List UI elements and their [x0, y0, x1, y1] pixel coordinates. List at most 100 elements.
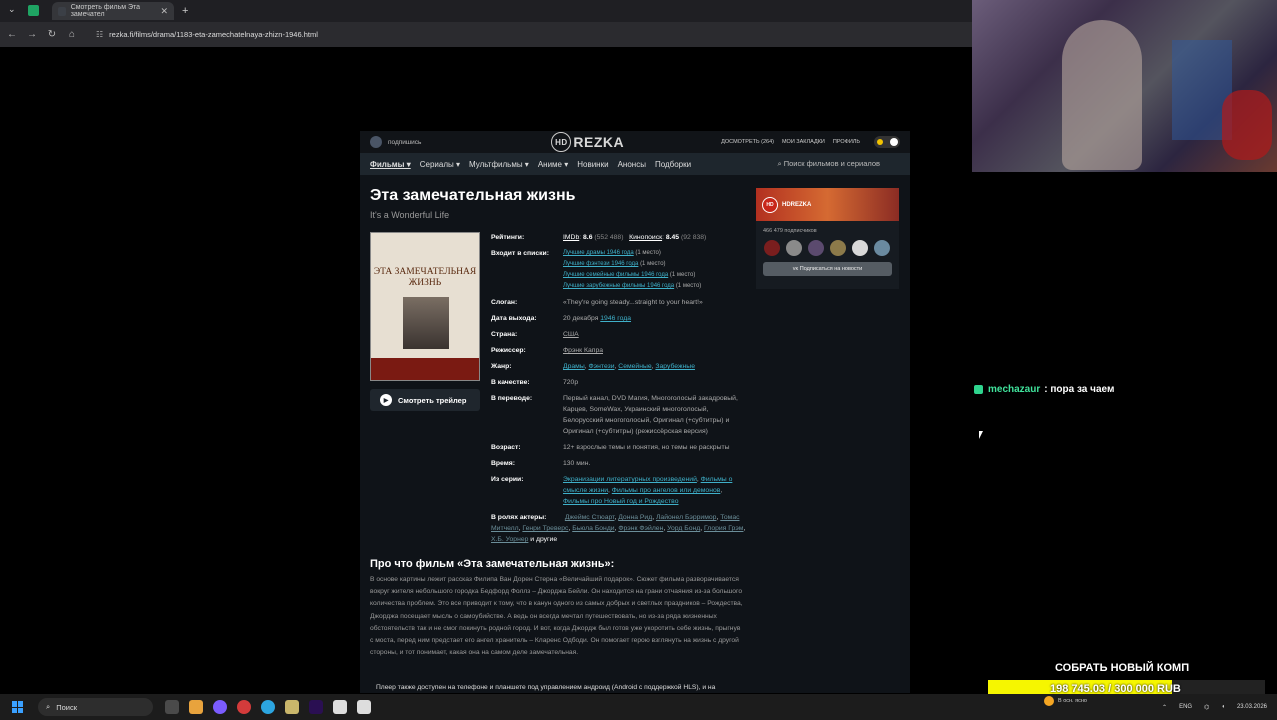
- menu-collections[interactable]: Подборки: [655, 160, 691, 169]
- menu-films[interactable]: Фильмы ▾: [370, 160, 411, 169]
- menu-announces[interactable]: Анонсы: [618, 160, 646, 169]
- trailer-label: Смотреть трейлер: [398, 395, 467, 405]
- release-row: Дата выхода: 20 декабря 1946 года: [491, 313, 747, 324]
- obs-icon[interactable]: [237, 700, 251, 714]
- avatar[interactable]: [764, 240, 780, 256]
- avatar[interactable]: [808, 240, 824, 256]
- webcam-overlay: [972, 0, 1277, 172]
- app-icon[interactable]: [357, 700, 371, 714]
- actor-link[interactable]: Джеймс Стюарт: [565, 514, 615, 521]
- list-place: (1 место): [669, 272, 696, 278]
- series-link[interactable]: Фильмы про Новый год и Рождество: [563, 498, 678, 505]
- country-link[interactable]: США: [563, 329, 579, 340]
- series-link[interactable]: Фильмы про ангелов или демонов: [612, 487, 721, 494]
- theme-toggle[interactable]: [874, 136, 900, 148]
- quality-label: В качестве:: [491, 379, 530, 386]
- webcam-chair: [1222, 90, 1272, 160]
- actor-link[interactable]: Х.Б. Уорнер: [491, 536, 528, 543]
- browser-tab[interactable]: Смотреть фильм Эта замечател ✕: [52, 2, 174, 20]
- actor-link[interactable]: Лайонел Бэрримор: [656, 514, 717, 521]
- menu-series[interactable]: Сериалы ▾: [420, 160, 460, 169]
- reload-icon[interactable]: ↻: [42, 29, 62, 40]
- genre-link[interactable]: Зарубежные: [655, 363, 695, 370]
- subscribe-icon[interactable]: [370, 136, 382, 148]
- menu-new[interactable]: Новинки: [577, 160, 608, 169]
- list-link[interactable]: Лучшие семейные фильмы 1946 года: [563, 272, 668, 278]
- film-poster[interactable]: ЭТА ЗАМЕЧАТЕЛЬНАЯ ЖИЗНЬ: [370, 232, 480, 381]
- genre-link[interactable]: Семейные: [618, 363, 651, 370]
- film-info-table: Рейтинги: IMDb: 8.6 (552 488) Кинопоиск:…: [491, 232, 747, 550]
- site-info-icon[interactable]: ☷: [96, 30, 103, 39]
- telegram-icon[interactable]: [261, 700, 275, 714]
- site-search[interactable]: ⌕ Поиск фильмов и сериалов: [777, 159, 880, 169]
- donation-goal-title: СОБРАТЬ НОВЫЙ КОМП: [1055, 662, 1190, 674]
- trailer-button[interactable]: ▶ Смотреть трейлер: [370, 389, 480, 411]
- app-icon[interactable]: [213, 700, 227, 714]
- director-link[interactable]: Фрэнк Капра: [563, 345, 603, 356]
- app-icon[interactable]: [285, 700, 299, 714]
- browser-tab-bar: ⌄ Смотреть фильм Эта замечател ✕ +: [0, 0, 972, 22]
- favicon-icon: [58, 6, 66, 16]
- imdb-link[interactable]: IMDb: [563, 234, 579, 241]
- profile-link[interactable]: ПРОФИЛЬ: [833, 139, 860, 145]
- weather-sun-icon: [1044, 696, 1054, 706]
- forward-icon[interactable]: →: [22, 29, 42, 40]
- menu-cartoons[interactable]: Мультфильмы ▾: [469, 160, 529, 169]
- list-link[interactable]: Лучшие зарубежные фильмы 1946 года: [563, 283, 674, 289]
- actor-link[interactable]: Фрэнк Фэйлен: [618, 525, 663, 532]
- tray-chevron-icon[interactable]: ⌃: [1162, 704, 1167, 711]
- menu-anime[interactable]: Аниме ▾: [538, 160, 568, 169]
- kp-votes: (92 838): [680, 234, 707, 241]
- actor-link[interactable]: Донна Рид: [618, 514, 652, 521]
- url-field[interactable]: ☷ rezka.fi/films/drama/1183-eta-zamechat…: [96, 30, 318, 39]
- weather-widget[interactable]: В осн. ясно: [1044, 696, 1087, 706]
- search-placeholder: Поиск фильмов и сериалов: [783, 159, 880, 168]
- vk-widget: HD HDREZKA 466 479 подписчиков ᴠᴋ Подпис…: [756, 188, 899, 289]
- clock-date[interactable]: 23.03.2026: [1237, 704, 1267, 710]
- sheets-icon[interactable]: [28, 5, 39, 16]
- back-icon[interactable]: ←: [2, 29, 22, 40]
- player-note: Плеер также доступен на телефоне и планш…: [376, 684, 716, 691]
- series-label: Из серии:: [491, 476, 524, 483]
- language-indicator[interactable]: ENG: [1179, 704, 1192, 710]
- slogan-row: Слоган: «They're going steady...straight…: [491, 297, 747, 308]
- subscribe-link[interactable]: подпишись: [388, 139, 421, 146]
- genre-link[interactable]: Фэнтези: [589, 363, 615, 370]
- taskbar-search[interactable]: ⌕ Поиск: [38, 698, 153, 716]
- windows-start-icon[interactable]: [12, 701, 24, 713]
- explorer-icon[interactable]: [189, 700, 203, 714]
- premiere-icon[interactable]: [309, 700, 323, 714]
- app-icon[interactable]: [333, 700, 347, 714]
- tab-close-icon[interactable]: ✕: [160, 6, 168, 17]
- kinopoisk-link[interactable]: Кинопоиск: [629, 234, 662, 241]
- site-logo[interactable]: HD REZKA: [551, 132, 624, 152]
- network-icon[interactable]: ⌬: [1204, 704, 1209, 711]
- genre-link[interactable]: Драмы: [563, 363, 585, 370]
- tab-list-icon[interactable]: ⌄: [8, 4, 16, 15]
- new-tab-button[interactable]: +: [182, 5, 188, 17]
- imdb-votes: (552 488): [594, 234, 624, 241]
- chrome-icon[interactable]: [165, 700, 179, 714]
- actor-link[interactable]: Генри Треверс: [522, 525, 568, 532]
- subscribe-news-button[interactable]: ᴠᴋ Подписаться на новости: [763, 262, 892, 276]
- release-year-link[interactable]: 1946 года: [600, 315, 631, 322]
- time-label: Время:: [491, 460, 516, 467]
- country-row: Страна: США: [491, 329, 747, 340]
- header-links: ДОСМОТРЕТЬ (264) МОИ ЗАКЛАДКИ ПРОФИЛЬ: [721, 136, 900, 148]
- list-link[interactable]: Лучшие драмы 1946 года: [563, 250, 634, 256]
- avatar[interactable]: [786, 240, 802, 256]
- actor-link[interactable]: Глория Грэм: [704, 525, 744, 532]
- series-link[interactable]: Экранизации литературных произведений: [563, 476, 697, 483]
- bookmarks-link[interactable]: МОИ ЗАКЛАДКИ: [782, 139, 825, 145]
- actor-link[interactable]: Уорд Бонд: [667, 525, 700, 532]
- volume-icon[interactable]: ◖: [1221, 704, 1225, 710]
- list-link[interactable]: Лучшие фэнтези 1946 года: [563, 261, 638, 267]
- actor-link[interactable]: Бьюла Бонди: [572, 525, 614, 532]
- avatar[interactable]: [852, 240, 868, 256]
- watch-later-link[interactable]: ДОСМОТРЕТЬ (264): [721, 139, 774, 145]
- home-icon[interactable]: ⌂: [62, 29, 82, 40]
- avatar[interactable]: [874, 240, 890, 256]
- widget-banner[interactable]: HD HDREZKA: [756, 188, 899, 221]
- avatar[interactable]: [830, 240, 846, 256]
- genre-row: Жанр: Драмы, Фэнтези, Семейные, Зарубежн…: [491, 363, 695, 370]
